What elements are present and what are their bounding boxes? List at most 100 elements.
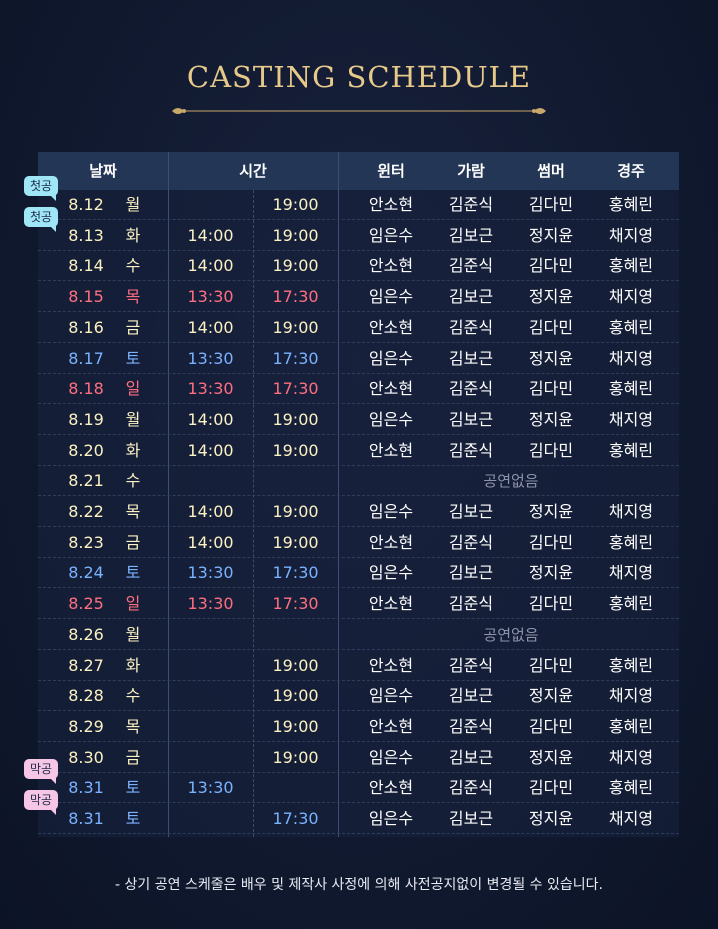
divider-ornament-icon: [172, 108, 546, 114]
cell-day: 토: [125, 348, 141, 368]
cell-day: 일: [125, 594, 141, 614]
cell-cast: 정지윤: [528, 409, 574, 429]
cell-time-1: 14:00: [187, 409, 234, 429]
cell-time-1: [168, 743, 253, 773]
table-row: 8.21 수 공연없음: [38, 466, 679, 497]
cell-cast: 홍혜린: [608, 716, 654, 736]
cell-date: 8.29: [68, 716, 104, 736]
cell-date: 8.21: [68, 471, 104, 491]
cell-cast: 김다민: [528, 655, 574, 675]
cell-time-2: 19:00: [272, 747, 319, 767]
cell-date: 8.12: [68, 195, 104, 214]
table-row: 8.26 월 공연없음: [38, 620, 679, 650]
cell-time-1: 14:00: [187, 532, 234, 552]
cell-cast: 김준식: [448, 716, 494, 736]
table-row: 8.24 토 13:30 17:30 임은수 김보근 정지윤 채지영: [38, 558, 679, 589]
table-row: 8.16 금 14:00 19:00 안소현 김준식 김다민 홍혜린: [38, 313, 679, 343]
cell-time-2: 17:30: [272, 348, 319, 368]
cell-time-2: 19:00: [272, 686, 319, 706]
cell-time-1: 13:30: [187, 379, 234, 399]
cell-cast: 안소현: [368, 655, 414, 675]
cell-day: 목: [125, 716, 141, 736]
cell-cast: 홍혜린: [608, 379, 654, 399]
cell-cast: 김다민: [528, 379, 574, 399]
cell-cast: 홍혜린: [608, 778, 654, 798]
cell-cast: 임은수: [368, 809, 414, 828]
cell-cast: 김준식: [448, 655, 494, 675]
cell-time-2: 17:30: [272, 379, 319, 399]
cell-cast: 김보근: [448, 287, 494, 307]
cell-day: 월: [125, 409, 141, 429]
schedule-note: - 상기 공연 스케줄은 배우 및 제작사 사정에 의해 사전공지없이 변경될 …: [115, 877, 603, 893]
cell-date: 8.20: [68, 440, 104, 460]
cell-cast: 안소현: [368, 594, 414, 614]
cell-day: 화: [125, 655, 141, 675]
cell-cast: 김다민: [528, 256, 574, 276]
cell-cast: 김다민: [528, 778, 574, 798]
cell-time-2: 19:00: [272, 317, 319, 337]
table-row: 8.20 화 14:00 19:00 안소현 김준식 김다민 홍혜린: [38, 436, 679, 466]
cell-date: 8.24: [68, 563, 104, 583]
cell-cast: 김보근: [448, 747, 494, 767]
cell-time-2: [253, 620, 338, 650]
cell-cast: 채지영: [608, 809, 654, 828]
cell-date: 8.17: [68, 348, 104, 368]
cell-date: 8.25: [68, 594, 104, 614]
cell-day: 수: [125, 256, 141, 276]
cell-time-2: 19:00: [272, 440, 319, 460]
page-title: CASTING SCHEDULE: [186, 60, 532, 94]
cell-cast: 정지윤: [528, 225, 574, 245]
cell-cast: 임은수: [368, 287, 414, 307]
table-row: 8.23 금 14:00 19:00 안소현 김준식 김다민 홍혜린: [38, 528, 679, 558]
cell-day: 금: [125, 317, 141, 337]
cell-time-2: 17:30: [272, 594, 319, 614]
cell-time-1: [168, 651, 253, 681]
cell-cast: 정지윤: [528, 502, 574, 521]
cell-time-2: 19:00: [272, 502, 319, 521]
cell-cast: 임은수: [368, 225, 414, 245]
cell-cast: 김준식: [448, 532, 494, 552]
cell-day: 금: [125, 747, 141, 767]
cell-day: 토: [125, 809, 141, 828]
cell-day: 토: [125, 778, 141, 798]
cell-cast: 김보근: [448, 563, 494, 583]
cell-time-1: [168, 804, 253, 834]
cell-time-1: [168, 620, 253, 650]
cell-cast: 채지영: [608, 686, 654, 706]
cell-date: 8.19: [68, 409, 104, 429]
header-gyeongju: 경주: [617, 162, 645, 180]
cell-cast: 임은수: [368, 348, 414, 368]
cell-cast: 임은수: [368, 409, 414, 429]
cell-cast: 김준식: [448, 440, 494, 460]
cell-cast: 홍혜린: [608, 655, 654, 675]
table-row: 8.22 목 14:00 19:00 임은수 김보근 정지윤 채지영: [38, 497, 679, 527]
cell-cast: 임은수: [368, 502, 414, 521]
cell-cast: 채지영: [608, 225, 654, 245]
cell-day: 화: [125, 225, 141, 245]
cell-day: 목: [125, 287, 141, 307]
cell-time-2: 19:00: [272, 409, 319, 429]
cell-day: 화: [125, 440, 141, 460]
cell-time-1: 14:00: [187, 256, 234, 276]
first-show-badge: 첫공: [24, 176, 58, 201]
cell-cast: 홍혜린: [608, 440, 654, 460]
cell-cast: 김보근: [448, 502, 494, 521]
cell-cast: 김보근: [448, 809, 494, 828]
cell-cast: 김준식: [448, 778, 494, 798]
cell-day: 토: [125, 563, 141, 583]
cell-time-1: 14:00: [187, 225, 234, 245]
cell-cast: 임은수: [368, 686, 414, 706]
last-show-badge: 막공: [24, 759, 58, 785]
cell-date: 8.30: [68, 747, 104, 767]
schedule-table: 날짜 시간 윈터 가람 썸머 경주 8.12 월 19:00 안소현 김준식 김다민 홍혜린…: [38, 152, 679, 837]
cell-cast: 안소현: [368, 379, 414, 399]
cell-cast: 채지영: [608, 287, 654, 307]
cell-date: 8.15: [68, 287, 104, 307]
table-row: 8.17 토 13:30 17:30 임은수 김보근 정지윤 채지영: [38, 344, 679, 374]
cell-cast: 정지윤: [528, 287, 574, 307]
cell-cast: 김다민: [528, 195, 574, 214]
cell-cast: 김보근: [448, 348, 494, 368]
cell-cast: 안소현: [368, 778, 414, 798]
cell-time-2: 19:00: [272, 532, 319, 552]
cell-cast: 안소현: [368, 532, 414, 552]
